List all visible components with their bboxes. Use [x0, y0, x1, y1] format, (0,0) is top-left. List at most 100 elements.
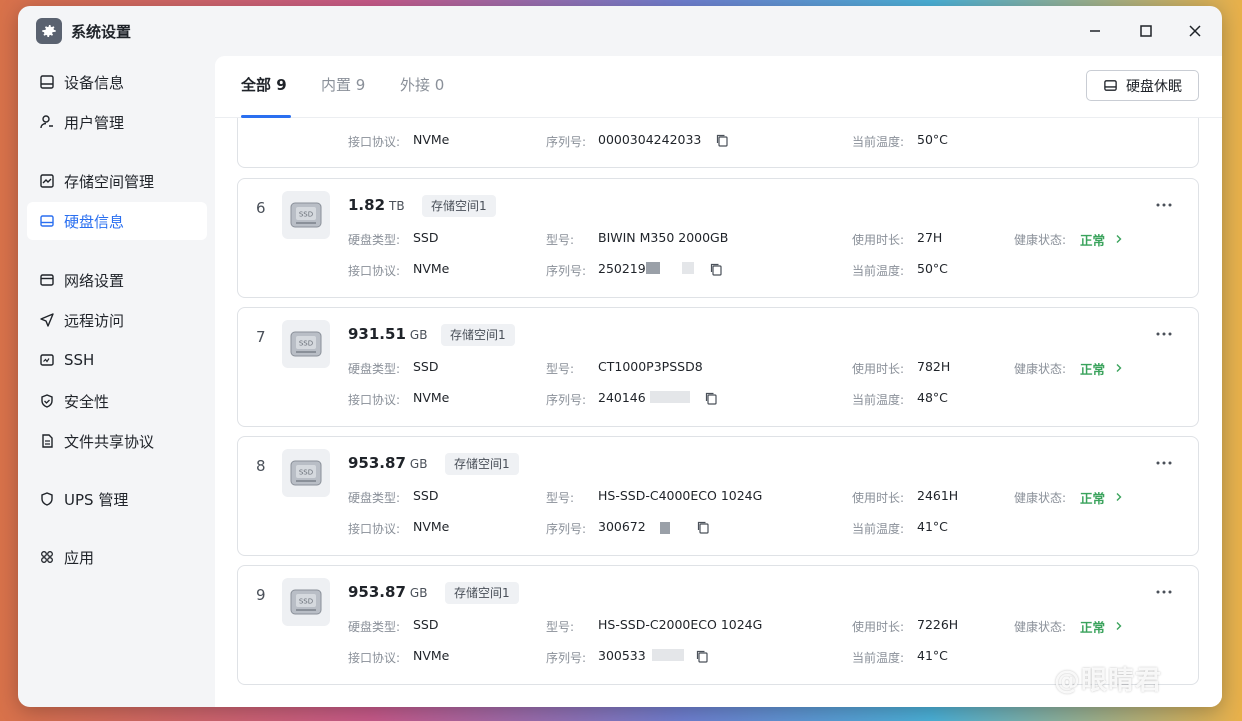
temp-label: 当前温度:	[852, 522, 905, 536]
send-icon	[38, 311, 56, 329]
tab-internal[interactable]: 内置 9	[321, 74, 365, 118]
sidebar-item-label: 设备信息	[64, 73, 125, 92]
shield-check-icon	[38, 392, 56, 410]
disk-index: 7	[256, 328, 266, 346]
protocol-value: NVMe	[413, 648, 450, 663]
sidebar-item-network-settings[interactable]: 网络设置	[27, 261, 207, 299]
window-title: 系统设置	[71, 23, 132, 41]
more-options-icon[interactable]	[1154, 582, 1174, 602]
sidebar-item-device-info[interactable]: 设备信息	[27, 63, 207, 101]
more-options-icon[interactable]	[1154, 324, 1174, 344]
svg-text:SSD: SSD	[299, 340, 313, 348]
health-label: 健康状态:	[1014, 491, 1067, 505]
health-label: 健康状态:	[1014, 233, 1067, 247]
sidebar-item-ups[interactable]: UPS 管理	[27, 480, 207, 518]
tab-all[interactable]: 全部 9	[241, 74, 291, 118]
chevron-right-icon[interactable]	[1114, 234, 1124, 244]
sidebar-item-label: 远程访问	[64, 311, 125, 330]
type-value: SSD	[413, 230, 439, 245]
serial-value: 240146	[598, 390, 646, 405]
sidebar: 设备信息 用户管理 存储空间管理 硬盘信息 网络设置 远程访问 SSH 安全性	[18, 56, 215, 707]
temp-label: 当前温度:	[852, 651, 905, 665]
health-value[interactable]: 正常	[1080, 230, 1105, 249]
disk-sleep-label: 硬盘休眠	[1126, 78, 1182, 95]
type-label: 硬盘类型:	[348, 362, 401, 376]
sidebar-item-apps[interactable]: 应用	[27, 538, 207, 576]
copy-icon[interactable]	[695, 649, 709, 663]
sidebar-item-remote-access[interactable]: 远程访问	[27, 301, 207, 339]
sidebar-item-user-management[interactable]: 用户管理	[27, 103, 207, 141]
minimize-button[interactable]	[1084, 20, 1106, 42]
maximize-button[interactable]	[1135, 20, 1157, 42]
sidebar-item-label: 应用	[64, 548, 95, 567]
type-value: SSD	[413, 488, 439, 503]
chevron-right-icon[interactable]	[1114, 621, 1124, 631]
model-label: 型号:	[546, 233, 575, 247]
capacity-unit: GB	[409, 586, 428, 600]
sidebar-item-security[interactable]: 安全性	[27, 382, 207, 420]
sidebar-item-ssh[interactable]: SSH	[27, 341, 207, 379]
apps-icon	[38, 548, 56, 566]
capacity-unit: TB	[389, 199, 405, 213]
model-value: HS-SSD-C4000ECO 1024G	[598, 488, 763, 503]
sidebar-item-file-sharing[interactable]: 文件共享协议	[27, 422, 207, 460]
device-icon	[38, 73, 56, 91]
sidebar-item-storage-management[interactable]: 存储空间管理	[27, 162, 207, 200]
tab-external[interactable]: 外接 0	[400, 74, 444, 118]
sidebar-item-label: UPS 管理	[64, 490, 129, 509]
ssd-icon: SSD	[282, 578, 330, 626]
close-button[interactable]	[1184, 20, 1206, 42]
serial-label: 序列号:	[546, 264, 587, 278]
chevron-right-icon[interactable]	[1114, 492, 1124, 502]
ssd-icon: SSD	[282, 449, 330, 497]
svg-text:SSD: SSD	[299, 469, 313, 477]
storage-pool-badge: 存储空间1	[445, 582, 519, 604]
serial-redaction	[650, 391, 690, 403]
disk-capacity: 1.82 TB	[348, 196, 405, 214]
disk-card[interactable]: 8 SSD 953.87 GB 存储空间1 硬盘类型: SSD 型号: HS-SS…	[237, 436, 1199, 556]
serial-redaction	[652, 649, 684, 661]
more-options-icon[interactable]	[1154, 195, 1174, 215]
serial-value: 300672	[598, 519, 646, 534]
model-label: 型号:	[546, 620, 575, 634]
health-value[interactable]: 正常	[1080, 488, 1105, 507]
disk-card[interactable]: 7 SSD 931.51 GB 存储空间1 硬盘类型: SSD 型号: CT100…	[237, 307, 1199, 427]
serial-redaction	[646, 262, 660, 274]
storage-pool-badge: 存储空间1	[441, 324, 515, 346]
protocol-label: 接口协议:	[348, 522, 401, 536]
user-icon	[38, 113, 56, 131]
hours-value: 2461H	[917, 488, 959, 503]
file-icon	[38, 432, 56, 450]
copy-icon[interactable]	[696, 520, 710, 534]
serial-label: 序列号:	[546, 651, 587, 665]
temp-value: 41°C	[917, 519, 948, 534]
model-value: CT1000P3PSSD8	[598, 359, 703, 374]
capacity-value: 953.87	[348, 454, 406, 472]
copy-icon[interactable]	[704, 391, 718, 405]
health-value[interactable]: 正常	[1080, 617, 1105, 636]
disk-index: 8	[256, 457, 266, 475]
temp-value: 50°C	[917, 132, 948, 147]
type-label: 硬盘类型:	[348, 233, 401, 247]
shield-icon	[38, 490, 56, 508]
watermark: @眼睛君	[1054, 666, 1163, 696]
hours-value: 7226H	[917, 617, 959, 632]
sidebar-item-disk-info[interactable]: 硬盘信息	[27, 202, 207, 240]
sidebar-item-label: 网络设置	[64, 271, 125, 290]
copy-icon[interactable]	[715, 133, 729, 147]
chevron-right-icon[interactable]	[1114, 363, 1124, 373]
tab-bar: 全部 9 内置 9 外接 0 硬盘休眠	[215, 56, 1222, 118]
storage-pool-badge: 存储空间1	[445, 453, 519, 475]
ssd-icon: SSD	[282, 320, 330, 368]
copy-icon[interactable]	[709, 262, 723, 276]
health-label: 健康状态:	[1014, 362, 1067, 376]
disk-card[interactable]: 6 SSD 1.82 TB 存储空间1 硬盘类型: SSD 型号: BIWIN M…	[237, 178, 1199, 298]
disk-index: 6	[256, 199, 266, 217]
health-value[interactable]: 正常	[1080, 359, 1105, 378]
protocol-label: 接口协议:	[348, 264, 401, 278]
sidebar-item-label: 文件共享协议	[64, 432, 155, 451]
more-options-icon[interactable]	[1154, 453, 1174, 473]
disk-sleep-button[interactable]: 硬盘休眠	[1086, 70, 1199, 101]
protocol-value: NVMe	[413, 261, 450, 276]
model-value: BIWIN M350 2000GB	[598, 230, 729, 245]
